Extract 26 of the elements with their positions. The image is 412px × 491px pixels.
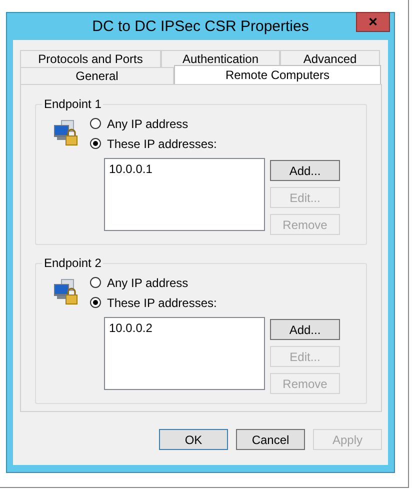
radio-label[interactable]: These IP addresses: xyxy=(107,136,217,150)
list-item[interactable]: 10.0.0.1 xyxy=(109,162,260,176)
add-button[interactable]: Add... xyxy=(270,160,340,181)
group-title: Endpoint 2 xyxy=(42,256,104,270)
radio-label[interactable]: Any IP address xyxy=(107,276,188,290)
group-title: Endpoint 1 xyxy=(42,97,104,111)
window-title: DC to DC IPSec CSR Properties xyxy=(92,18,309,35)
ok-button[interactable]: OK xyxy=(159,429,228,450)
cancel-button[interactable]: Cancel xyxy=(236,429,305,450)
tab[interactable]: Authentication xyxy=(161,50,280,67)
computer-lock-icon xyxy=(53,119,79,147)
radio-label[interactable]: Any IP address xyxy=(107,116,188,130)
tab[interactable]: General xyxy=(20,67,174,84)
radio-label[interactable]: These IP addresses: xyxy=(107,296,217,310)
radio-button[interactable] xyxy=(90,277,101,288)
add-button[interactable]: Add... xyxy=(270,319,340,340)
radio-button[interactable] xyxy=(90,138,101,149)
close-button[interactable]: ✕ xyxy=(356,12,390,32)
computer-lock-icon xyxy=(53,278,79,306)
tab[interactable]: Remote Computers xyxy=(174,65,381,84)
radio-button[interactable] xyxy=(90,118,101,129)
list-item[interactable]: 10.0.0.2 xyxy=(109,321,260,335)
address-list[interactable]: 10.0.0.1 xyxy=(104,158,265,231)
radio-button[interactable] xyxy=(90,297,101,308)
tab[interactable]: Protocols and Ports xyxy=(20,50,161,67)
address-list[interactable]: 10.0.0.2 xyxy=(104,317,265,390)
